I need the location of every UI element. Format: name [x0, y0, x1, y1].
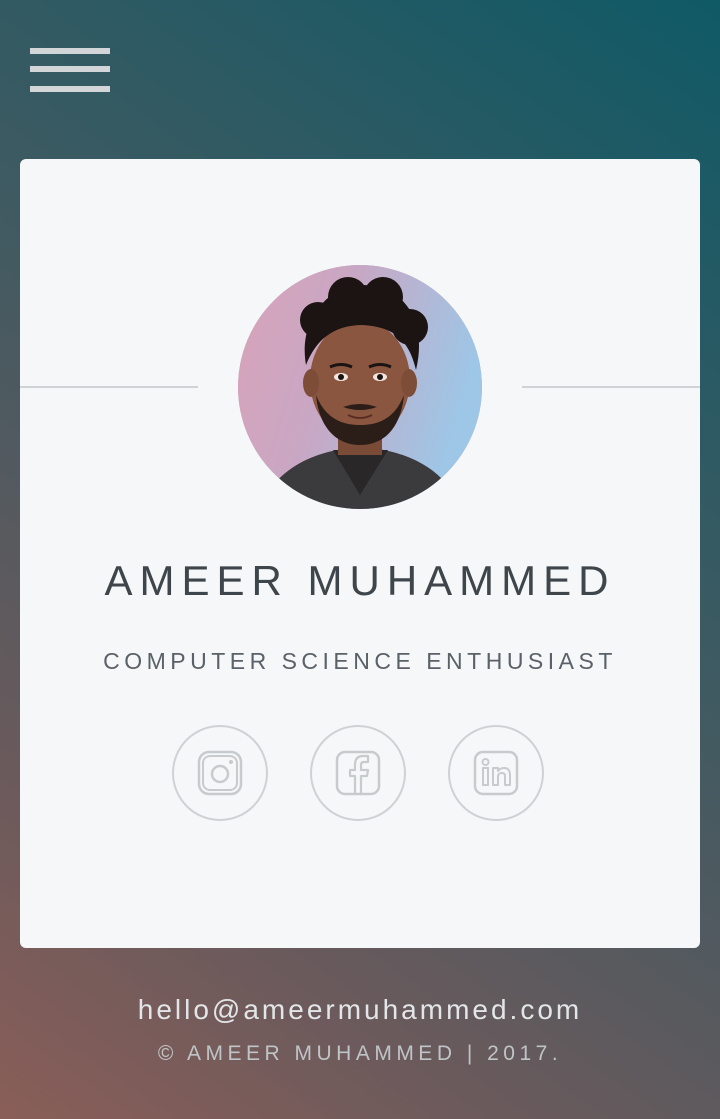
instagram-button[interactable] [172, 725, 268, 821]
menu-bar [30, 66, 110, 72]
footer-email-link[interactable]: hello@ameermuhammed.com [0, 992, 720, 1028]
linkedin-button[interactable] [448, 725, 544, 821]
profile-card: AMEER MUHAMMED COMPUTER SCIENCE ENTHUSIA… [20, 159, 700, 948]
divider-right [522, 386, 700, 388]
footer-copyright: © AMEER MUHAMMED | 2017. [157, 1042, 563, 1065]
menu-button[interactable] [30, 48, 110, 94]
instagram-icon [197, 750, 243, 796]
menu-bar [30, 86, 110, 92]
profile-photo [238, 265, 482, 509]
profile-name: AMEER MUHAMMED [104, 557, 616, 604]
facebook-button[interactable] [310, 725, 406, 821]
avatar [238, 265, 482, 509]
divider-left [20, 386, 198, 388]
profile-tagline: COMPUTER SCIENCE ENTHUSIAST [103, 648, 617, 674]
linkedin-icon [473, 750, 519, 796]
facebook-icon [335, 750, 381, 796]
menu-bar [30, 48, 110, 54]
